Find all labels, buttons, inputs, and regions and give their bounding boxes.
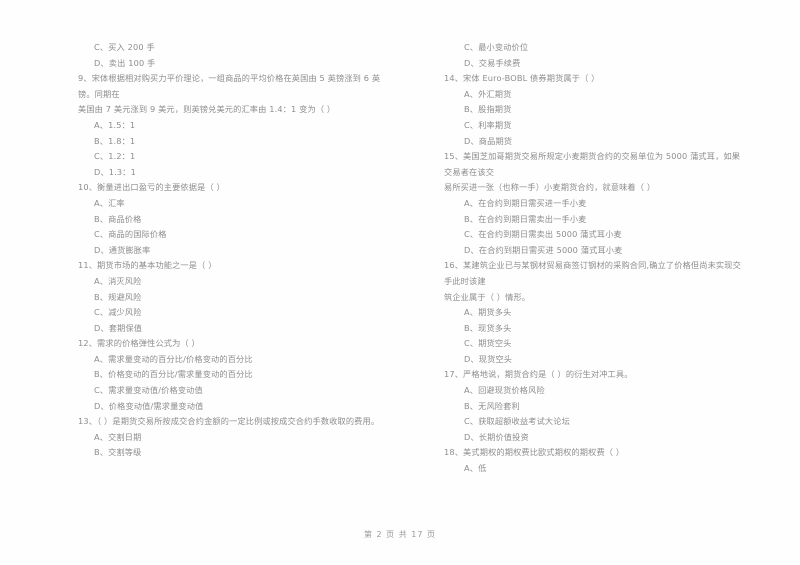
- answer-option[interactable]: A、交割日期: [78, 430, 382, 446]
- question-block: C、最小变动价位 D、交易手续费: [444, 40, 748, 71]
- answer-option[interactable]: D、价格变动值/需求量变动值: [78, 399, 382, 415]
- answer-option[interactable]: C、需求量变动值/价格变动值: [78, 383, 382, 399]
- question-block: 12、需求的价格弹性公式为（ ） A、需求量变动的百分比/价格变动的百分比 B、价格…: [78, 336, 382, 414]
- question-text: 13、（ ）是期货交易所按成交合约金额的一定比例或按成交合约手数收取的费用。: [78, 416, 380, 427]
- answer-option[interactable]: D、卖出 100 手: [78, 56, 382, 72]
- answer-option[interactable]: D、现货空头: [444, 352, 748, 368]
- answer-option[interactable]: A、汇率: [78, 196, 382, 212]
- question-block: 17、严格地说，期货合约是（ ）的衍生对冲工具。 A、回避现货价格风险 B、无风险套…: [444, 367, 748, 445]
- answer-option[interactable]: B、无风险套利: [444, 399, 748, 415]
- answer-option[interactable]: C、1.2：1: [78, 149, 382, 165]
- answer-option[interactable]: C、买入 200 手: [78, 40, 382, 56]
- question-block: 13、（ ）是期货交易所按成交合约金额的一定比例或按成交合约手数收取的费用。 A、…: [78, 414, 382, 461]
- question-text-continuation: 美国由 7 美元涨到 9 美元，则英镑兑美元的汇率由 1.4：1 变为（ ）: [78, 104, 336, 115]
- question-block: 10、衡量进出口盈亏的主要依据是（ ） A、汇率 B、商品价格 C、商品的国际价格 D、…: [78, 180, 382, 258]
- answer-option[interactable]: B、在合约到期日需卖出一手小麦: [444, 212, 748, 228]
- page-footer: 第 2 页 共 17 页: [364, 530, 436, 539]
- answer-option[interactable]: C、在合约到期日需卖出 5000 蒲式耳小麦: [444, 227, 748, 243]
- answer-option[interactable]: A、外汇期货: [444, 87, 748, 103]
- question-text: 11、期货市场的基本功能之一是（ ）: [78, 260, 217, 271]
- question-block: C、买入 200 手 D、卖出 100 手: [78, 40, 382, 71]
- question-block: 9、宋体根据相对购买力平价理论，一组商品的平均价格在英国由 5 英镑涨到 6 英…: [78, 71, 382, 180]
- answer-option[interactable]: A、期货多头: [444, 305, 748, 321]
- answer-option[interactable]: A、消灭风险: [78, 274, 382, 290]
- question-block: 15、美国芝加哥期货交易所规定小麦期货合约的交易单位为 5000 蒲式耳，如果交…: [444, 149, 748, 258]
- question-block: 18、美式期权的期权费比欧式期权的期权费（ ） A、低: [444, 445, 748, 476]
- answer-option[interactable]: D、长期价值投资: [444, 430, 748, 446]
- left-column: C、买入 200 手 D、卖出 100 手 9、宋体根据相对购买力平价理论，一组商品…: [0, 40, 400, 461]
- question-block: 14、宋体 Euro-BOBL 债券期货属于（ ） A、外汇期货 B、股指期货 C、利…: [444, 71, 748, 149]
- question-text: 10、衡量进出口盈亏的主要依据是（ ）: [78, 182, 225, 193]
- question-block: 16、某建筑企业已与某钢材贸易商签订钢材的采购合同,确立了价格但尚未实现交手此时…: [444, 258, 748, 367]
- answer-option[interactable]: C、商品的国际价格: [78, 227, 382, 243]
- answer-option[interactable]: D、1.3：1: [78, 165, 382, 181]
- question-text: 14、宋体 Euro-BOBL 债券期货属于（ ）: [444, 73, 600, 84]
- answer-option[interactable]: D、在合约到期日需买进 5000 蒲式耳小麦: [444, 243, 748, 259]
- answer-option[interactable]: C、利率期货: [444, 118, 748, 134]
- answer-option[interactable]: C、减少风险: [78, 305, 382, 321]
- question-text: 12、需求的价格弹性公式为（ ）: [78, 338, 200, 349]
- answer-option[interactable]: A、低: [444, 461, 748, 477]
- answer-option[interactable]: D、套期保值: [78, 321, 382, 337]
- answer-option[interactable]: A、需求量变动的百分比/价格变动的百分比: [78, 352, 382, 368]
- answer-option[interactable]: A、1.5：1: [78, 118, 382, 134]
- question-block: 11、期货市场的基本功能之一是（ ） A、消灭风险 B、规避风险 C、减少风险 D、套期…: [78, 258, 382, 336]
- answer-option[interactable]: D、商品期货: [444, 134, 748, 150]
- answer-option[interactable]: B、规避风险: [78, 290, 382, 306]
- question-text: 17、严格地说，期货合约是（ ）的衍生对冲工具。: [444, 369, 633, 380]
- answer-option[interactable]: C、获取超额收益考试大论坛: [444, 414, 748, 430]
- answer-option[interactable]: D、通货膨胀率: [78, 243, 382, 259]
- question-text: 9、宋体根据相对购买力平价理论，一组商品的平均价格在英国由 5 英镑涨到 6 英…: [78, 73, 381, 99]
- answer-option[interactable]: B、商品价格: [78, 212, 382, 228]
- question-text-continuation: 易所买进一张（也称一手）小麦期货合约，就意味着（ ）: [444, 182, 656, 193]
- answer-option[interactable]: B、股指期货: [444, 102, 748, 118]
- answer-option[interactable]: A、回避现货价格风险: [444, 383, 748, 399]
- answer-option[interactable]: B、价格变动的百分比/需求量变动的百分比: [78, 367, 382, 383]
- answer-option[interactable]: C、期货空头: [444, 336, 748, 352]
- answer-option[interactable]: B、现货多头: [444, 321, 748, 337]
- answer-option[interactable]: D、交易手续费: [444, 56, 748, 72]
- question-text: 16、某建筑企业已与某钢材贸易商签订钢材的采购合同,确立了价格但尚未实现交手此时…: [444, 260, 741, 286]
- answer-option[interactable]: A、在合约到期日需买进一手小麦: [444, 196, 748, 212]
- document-page: C、买入 200 手 D、卖出 100 手 9、宋体根据相对购买力平价理论，一组商品…: [0, 0, 800, 565]
- two-column-body: C、买入 200 手 D、卖出 100 手 9、宋体根据相对购买力平价理论，一组商品…: [0, 40, 800, 477]
- question-text: 15、美国芝加哥期货交易所规定小麦期货合约的交易单位为 5000 蒲式耳，如果交…: [444, 151, 741, 177]
- answer-option[interactable]: C、最小变动价位: [444, 40, 748, 56]
- answer-option[interactable]: B、1.8：1: [78, 134, 382, 150]
- right-column: C、最小变动价位 D、交易手续费 14、宋体 Euro-BOBL 债券期货属于（ ）…: [400, 40, 800, 477]
- question-text-continuation: 筑企业属于（ ）情形。: [444, 291, 531, 302]
- question-text: 18、美式期权的期权费比欧式期权的期权费（ ）: [444, 447, 625, 458]
- answer-option[interactable]: B、交割等级: [78, 445, 382, 461]
